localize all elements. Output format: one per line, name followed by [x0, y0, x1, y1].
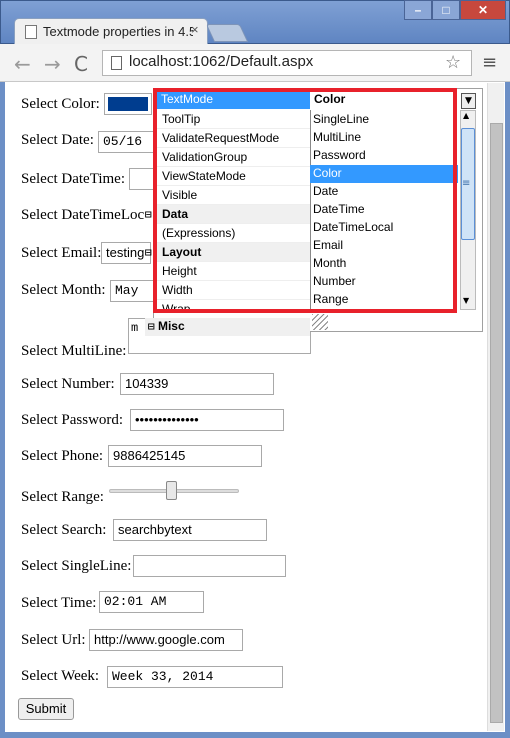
phone-label: Select Phone: — [21, 448, 104, 464]
search-input[interactable]: searchbytext — [113, 519, 267, 541]
reload-icon[interactable]: C — [74, 52, 88, 76]
url-input[interactable]: http://www.google.com — [89, 629, 243, 651]
menu-icon[interactable]: ≡ — [482, 52, 497, 73]
collapse-icon[interactable]: ⊟ — [148, 320, 155, 333]
date-label: Select Date: — [21, 132, 94, 148]
range-label: Select Range: — [21, 489, 104, 505]
property-category[interactable]: ⊟ Misc — [145, 318, 310, 336]
maximize-button[interactable]: □ — [432, 0, 460, 20]
document-icon — [111, 56, 122, 70]
close-window-button[interactable]: ✕ — [460, 0, 506, 20]
datetimelocal-label: Select DateTimeLoc — [21, 207, 145, 223]
month-label: Select Month: — [21, 282, 106, 298]
password-label: Select Password: — [21, 412, 124, 428]
time-input[interactable]: 02:01 AM — [99, 591, 204, 613]
browser-toolbar: ← → C localhost:1062/Default.aspx ☆ ≡ — [0, 44, 510, 82]
color-swatch — [108, 97, 148, 111]
email-label: Select Email: — [21, 245, 102, 261]
close-tab-icon[interactable]: × — [191, 22, 199, 37]
number-input[interactable]: 104339 — [120, 373, 274, 395]
page-icon — [25, 25, 37, 39]
range-slider-thumb[interactable] — [166, 481, 178, 500]
collapse-icon[interactable]: ⊟ — [145, 208, 152, 221]
misc-category-label: Misc — [157, 319, 185, 333]
week-input[interactable]: Week 33, 2014 — [107, 666, 283, 688]
submit-button[interactable]: Submit — [18, 698, 74, 720]
window-border-bottom — [0, 732, 510, 738]
page-scroll-thumb[interactable] — [490, 123, 503, 723]
phone-input[interactable]: 9886425145 — [108, 445, 262, 467]
scroll-up-icon[interactable]: ▲ — [463, 111, 469, 120]
color-label: Select Color: — [21, 96, 100, 112]
scroll-down-icon[interactable]: ▼ — [463, 296, 469, 305]
window-border-right — [505, 82, 510, 738]
browser-tab[interactable]: Textmode properties in 4.5 × — [14, 18, 208, 46]
multiline-label: Select MultiLine: — [21, 343, 127, 359]
back-icon[interactable]: ← — [14, 52, 31, 76]
date-input[interactable]: 05/16 — [98, 131, 158, 153]
grip-icon: ≡ — [462, 178, 471, 189]
datetime-label: Select DateTime: — [21, 171, 126, 187]
week-label: Select Week: — [21, 668, 100, 684]
url-label: Select Url: — [21, 632, 86, 648]
resize-grip-icon[interactable] — [312, 314, 328, 330]
bookmark-star-icon[interactable]: ☆ — [445, 52, 461, 73]
tab-title: Textmode properties in 4.5 — [43, 24, 193, 39]
forward-icon[interactable]: → — [44, 52, 61, 76]
number-label: Select Number: — [21, 376, 115, 392]
time-label: Select Time: — [21, 595, 97, 611]
search-label: Select Search: — [21, 522, 107, 538]
dropdown-arrow-icon[interactable]: ▼ — [461, 93, 476, 109]
url-text[interactable]: localhost:1062/Default.aspx — [129, 53, 313, 70]
address-bar[interactable]: localhost:1062/Default.aspx ☆ — [102, 50, 472, 76]
collapse-icon[interactable]: ⊟ — [145, 246, 152, 259]
singleline-input[interactable] — [133, 555, 286, 577]
singleline-label: Select SingleLine: — [21, 558, 132, 574]
window-border-left — [0, 82, 5, 738]
email-input[interactable]: testing — [101, 242, 151, 264]
password-input[interactable]: •••••••••••••• — [130, 409, 284, 431]
minimize-button[interactable]: – — [404, 0, 432, 20]
highlight-box — [153, 88, 457, 313]
